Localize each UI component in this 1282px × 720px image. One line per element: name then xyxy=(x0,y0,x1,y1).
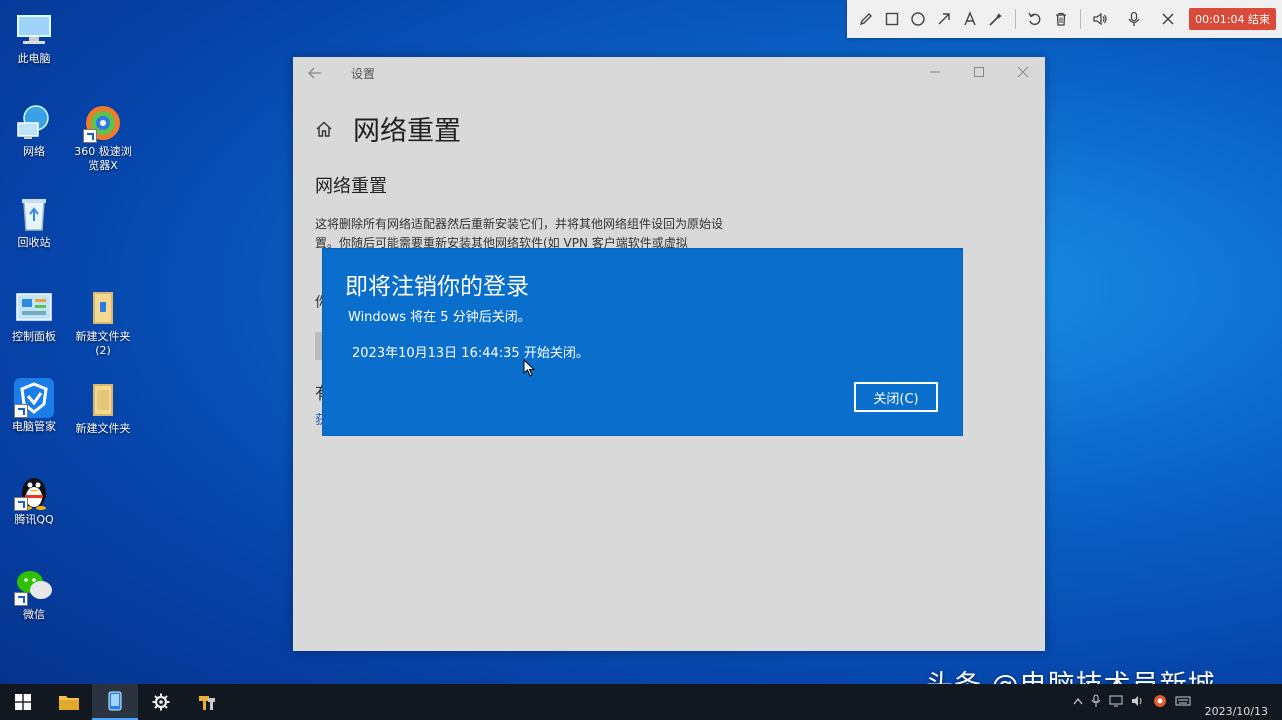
settings-taskbar-button[interactable] xyxy=(138,684,184,720)
desktop-icon-new-folder-2[interactable]: 新建文件夹 (2) xyxy=(70,288,136,358)
folder-icon xyxy=(83,380,123,420)
maximize-icon[interactable] xyxy=(957,64,1001,82)
tool-app-button[interactable] xyxy=(184,684,230,720)
browser-icon xyxy=(83,103,123,143)
taskbar: 2023/10/13 xyxy=(0,684,1282,720)
taskbar-date[interactable]: 2023/10/13 xyxy=(1205,705,1268,718)
close-window-icon[interactable] xyxy=(1001,64,1045,82)
wechat-icon xyxy=(14,566,54,606)
qq-penguin-icon xyxy=(14,471,54,511)
network-tray-icon[interactable] xyxy=(1109,695,1123,710)
shortcut-arrow-icon xyxy=(14,592,28,606)
recording-timer[interactable]: 00:01:04 结束 xyxy=(1189,8,1276,30)
app-tray-icon[interactable] xyxy=(1153,694,1167,711)
close-button[interactable]: 关闭(C) xyxy=(854,382,938,412)
mouse-cursor-icon xyxy=(523,358,537,377)
start-button[interactable] xyxy=(0,684,46,720)
network-icon xyxy=(14,103,54,143)
desktop-icon-360-browser[interactable]: 360 极速浏览器X xyxy=(70,103,136,173)
arrow-icon[interactable] xyxy=(931,6,957,32)
toolbar-divider xyxy=(1080,9,1081,29)
logoff-dialog: 即将注销你的登录 Windows 将在 5 分钟后关闭。 2023年10月13日… xyxy=(322,248,963,436)
dialog-shutdown-time: 2023年10月13日 16:44:35 开始关闭。 xyxy=(352,346,589,361)
desktop-icon-recycle-bin[interactable]: 回收站 xyxy=(1,194,67,250)
window-title: 设置 xyxy=(351,66,376,81)
desktop: 此电脑 网络 360 极速浏览器X 回收站 控制面板 新建文件夹 (2) 电脑管… xyxy=(0,0,1282,701)
shortcut-arrow-icon xyxy=(14,497,28,511)
desktop-icon-pc-manager[interactable]: 电脑管家 xyxy=(1,378,67,434)
microphone-icon[interactable] xyxy=(1121,6,1147,32)
screen-recorder-toolbar: 00:01:04 结束 xyxy=(847,0,1282,38)
page-title: 网络重置 xyxy=(353,116,461,147)
desktop-icon-this-pc[interactable]: 此电脑 xyxy=(1,10,67,66)
toolkit-icon xyxy=(199,696,215,710)
control-panel-icon xyxy=(14,288,54,328)
desktop-icon-new-folder[interactable]: 新建文件夹 xyxy=(70,380,136,436)
shortcut-arrow-icon xyxy=(83,129,97,143)
volume-tray-icon[interactable] xyxy=(1131,695,1145,710)
shortcut-arrow-icon xyxy=(14,404,28,418)
folder-icon xyxy=(59,696,79,710)
minimize-icon[interactable] xyxy=(913,64,957,82)
desktop-icon-qq[interactable]: 腾讯QQ xyxy=(1,471,67,527)
text-icon[interactable] xyxy=(957,6,983,32)
desktop-icon-wechat[interactable]: 微信 xyxy=(1,566,67,622)
file-explorer-button[interactable] xyxy=(46,684,92,720)
shield-icon xyxy=(14,378,54,418)
windows-logo-icon xyxy=(15,694,31,710)
phone-link-button[interactable] xyxy=(92,684,138,720)
folder-icon xyxy=(83,288,123,328)
close-icon[interactable] xyxy=(1155,6,1181,32)
phone-icon xyxy=(108,691,122,711)
back-arrow-icon[interactable] xyxy=(293,64,337,83)
desktop-icon-control-panel[interactable]: 控制面板 xyxy=(1,288,67,344)
rectangle-icon[interactable] xyxy=(879,6,905,32)
recycle-bin-icon xyxy=(14,194,54,234)
dialog-message: Windows 将在 5 分钟后关闭。 xyxy=(348,310,531,325)
home-icon[interactable] xyxy=(315,120,333,138)
settings-titlebar: 设置 xyxy=(293,57,1045,89)
pen-icon[interactable] xyxy=(853,6,879,32)
page-header: 网络重置 xyxy=(315,109,461,148)
magic-wand-icon[interactable] xyxy=(983,6,1009,32)
gear-icon xyxy=(152,693,170,711)
system-tray: 2023/10/13 xyxy=(1073,684,1282,720)
undo-icon[interactable] xyxy=(1022,6,1048,32)
circle-icon[interactable] xyxy=(905,6,931,32)
dialog-title: 即将注销你的登录 xyxy=(345,274,529,300)
computer-icon xyxy=(14,10,54,50)
chevron-up-icon[interactable] xyxy=(1073,697,1083,708)
toolbar-divider xyxy=(1015,9,1016,29)
speaker-icon[interactable] xyxy=(1087,6,1113,32)
trash-icon[interactable] xyxy=(1048,6,1074,32)
keyboard-tray-icon[interactable] xyxy=(1175,695,1191,710)
desktop-icon-network[interactable]: 网络 xyxy=(1,103,67,159)
microphone-tray-icon[interactable] xyxy=(1091,694,1101,711)
section-title: 网络重置 xyxy=(315,176,387,197)
